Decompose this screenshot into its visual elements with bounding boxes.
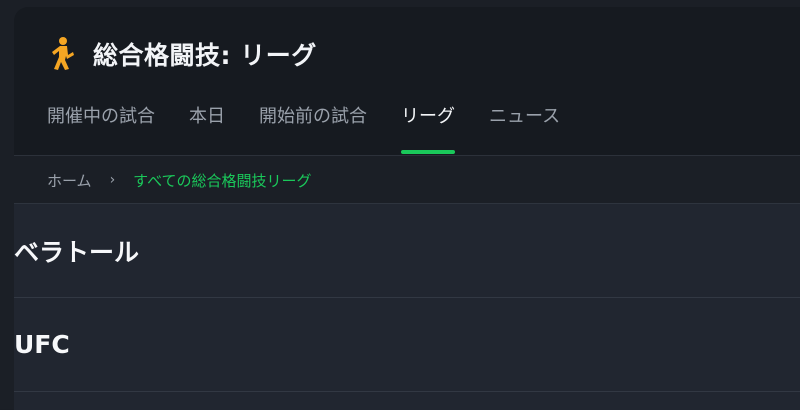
- page: 総合格闘技: リーグ 開催中の試合 本日 開始前の試合 リーグ ニュース ホーム…: [0, 0, 800, 410]
- tab-news[interactable]: ニュース: [489, 98, 560, 138]
- fighter-icon: [47, 35, 77, 73]
- title-row: 総合格闘技: リーグ: [47, 34, 317, 74]
- chevron-right-icon: ›: [109, 172, 116, 188]
- tab-today[interactable]: 本日: [189, 98, 225, 138]
- league-list: ベラトール UFC: [14, 203, 800, 410]
- league-name: ベラトール: [14, 237, 140, 267]
- tab-live[interactable]: 開催中の試合: [47, 98, 155, 138]
- tab-bar: 開催中の試合 本日 開始前の試合 リーグ ニュース: [47, 98, 594, 154]
- breadcrumb-home-link[interactable]: ホーム: [47, 170, 92, 191]
- breadcrumb: ホーム › すべての総合格闘技リーグ: [47, 158, 312, 202]
- league-name: UFC: [14, 330, 70, 359]
- page-title: 総合格闘技: リーグ: [93, 41, 317, 70]
- tab-leagues[interactable]: リーグ: [401, 98, 455, 154]
- league-item-ufc[interactable]: UFC: [14, 298, 800, 392]
- league-item-bellator[interactable]: ベラトール: [14, 204, 800, 298]
- tab-upcoming[interactable]: 開始前の試合: [259, 98, 367, 138]
- header-divider: [14, 155, 800, 156]
- breadcrumb-current: すべての総合格闘技リーグ: [133, 171, 312, 190]
